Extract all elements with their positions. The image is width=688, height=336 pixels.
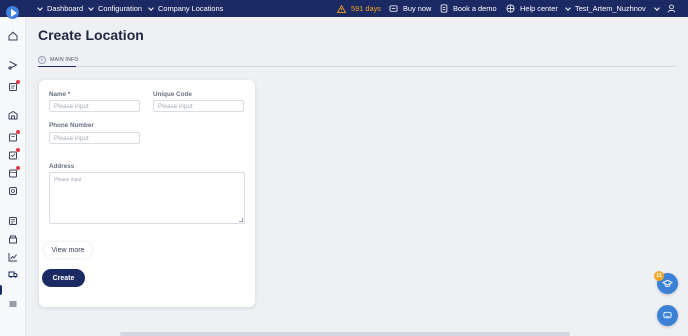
chat-button[interactable] (657, 305, 678, 326)
phone-number-label: Phone Number (49, 122, 94, 129)
tab-main-info[interactable]: 1 MAIN INFO (38, 53, 80, 67)
orders-icon[interactable] (8, 80, 20, 92)
sidebar (0, 17, 26, 336)
reports-icon[interactable] (8, 216, 18, 226)
calendar-book-icon (440, 4, 448, 13)
address-placeholder: Please input (54, 177, 82, 183)
chevron-down-icon (565, 4, 571, 11)
chevron-down-icon (37, 4, 43, 11)
phone-number-input[interactable]: Please input (49, 132, 140, 144)
address-textarea[interactable]: Please input (49, 172, 245, 224)
location-form-card: Name * Please input Unique Code Please i… (39, 80, 255, 307)
horizontal-scrollbar[interactable] (120, 332, 570, 336)
unique-code-label: Unique Code (153, 91, 192, 98)
inventory-icon[interactable] (8, 130, 20, 142)
warning-icon (337, 4, 346, 13)
warehouse-icon[interactable] (8, 110, 18, 120)
trial-days-text: 591 days (351, 4, 381, 13)
active-indicator (0, 285, 2, 295)
user-avatar-icon (667, 4, 676, 13)
resize-grip-icon[interactable] (239, 218, 243, 222)
store-icon[interactable] (8, 234, 18, 244)
nav-dashboard[interactable]: Dashboard (37, 0, 84, 17)
top-bar: Dashboard Configuration Company Location… (0, 0, 688, 19)
user-name: Test_Artem_Nuzhnov (575, 4, 646, 13)
analytics-icon[interactable] (8, 252, 18, 262)
notification-badge: 11 (654, 271, 664, 281)
page-title: Create Location (38, 27, 144, 43)
nav-configuration[interactable]: Configuration (88, 0, 142, 17)
create-button[interactable]: Create (42, 269, 85, 287)
tab-divider (76, 66, 675, 67)
chat-icon (663, 311, 672, 319)
nav-company-locations[interactable]: Company Locations (148, 0, 224, 17)
help-globe-icon (506, 4, 515, 13)
truck-icon[interactable] (8, 269, 18, 279)
help-center-link[interactable]: Help center (506, 0, 558, 17)
help-center-label: Help center (520, 4, 558, 13)
book-demo-link[interactable]: Book a demo (440, 0, 497, 17)
address-label: Address (49, 163, 75, 170)
chevron-down-icon (88, 4, 94, 11)
calendar-icon[interactable] (8, 166, 20, 178)
buy-now-label: Buy now (403, 4, 432, 13)
name-label: Name * (49, 91, 71, 98)
notification-dot (16, 148, 20, 152)
trial-counter[interactable]: 591 days (337, 0, 381, 17)
unique-code-input[interactable]: Please input (153, 100, 244, 112)
layers-icon[interactable] (8, 299, 18, 309)
home-icon[interactable] (8, 31, 18, 41)
user-menu[interactable]: Test_Artem_Nuzhnov (565, 0, 646, 17)
chevron-down-icon (654, 4, 660, 11)
tab-step-number: 1 (38, 55, 46, 64)
settings-icon[interactable] (8, 186, 18, 196)
route-icon[interactable] (8, 60, 18, 70)
nav-configuration-label: Configuration (98, 4, 142, 13)
app-logo[interactable] (6, 6, 19, 19)
account-dropdown[interactable] (654, 0, 681, 17)
tab-main-info-label: MAIN INFO (50, 56, 79, 63)
cart-icon (389, 4, 398, 12)
buy-now-link[interactable]: Buy now (389, 0, 431, 17)
book-demo-label: Book a demo (453, 4, 497, 13)
nav-dashboard-label: Dashboard (47, 4, 84, 13)
notification-dot (16, 80, 20, 84)
chevron-down-icon (148, 4, 154, 11)
shipments-icon[interactable] (8, 148, 20, 160)
view-more-button[interactable]: View more (44, 242, 92, 258)
nav-company-locations-label: Company Locations (158, 4, 224, 13)
notification-dot (16, 166, 20, 170)
name-input[interactable]: Please input (49, 100, 140, 112)
notification-dot (16, 130, 20, 134)
graduation-cap-icon (662, 279, 673, 287)
